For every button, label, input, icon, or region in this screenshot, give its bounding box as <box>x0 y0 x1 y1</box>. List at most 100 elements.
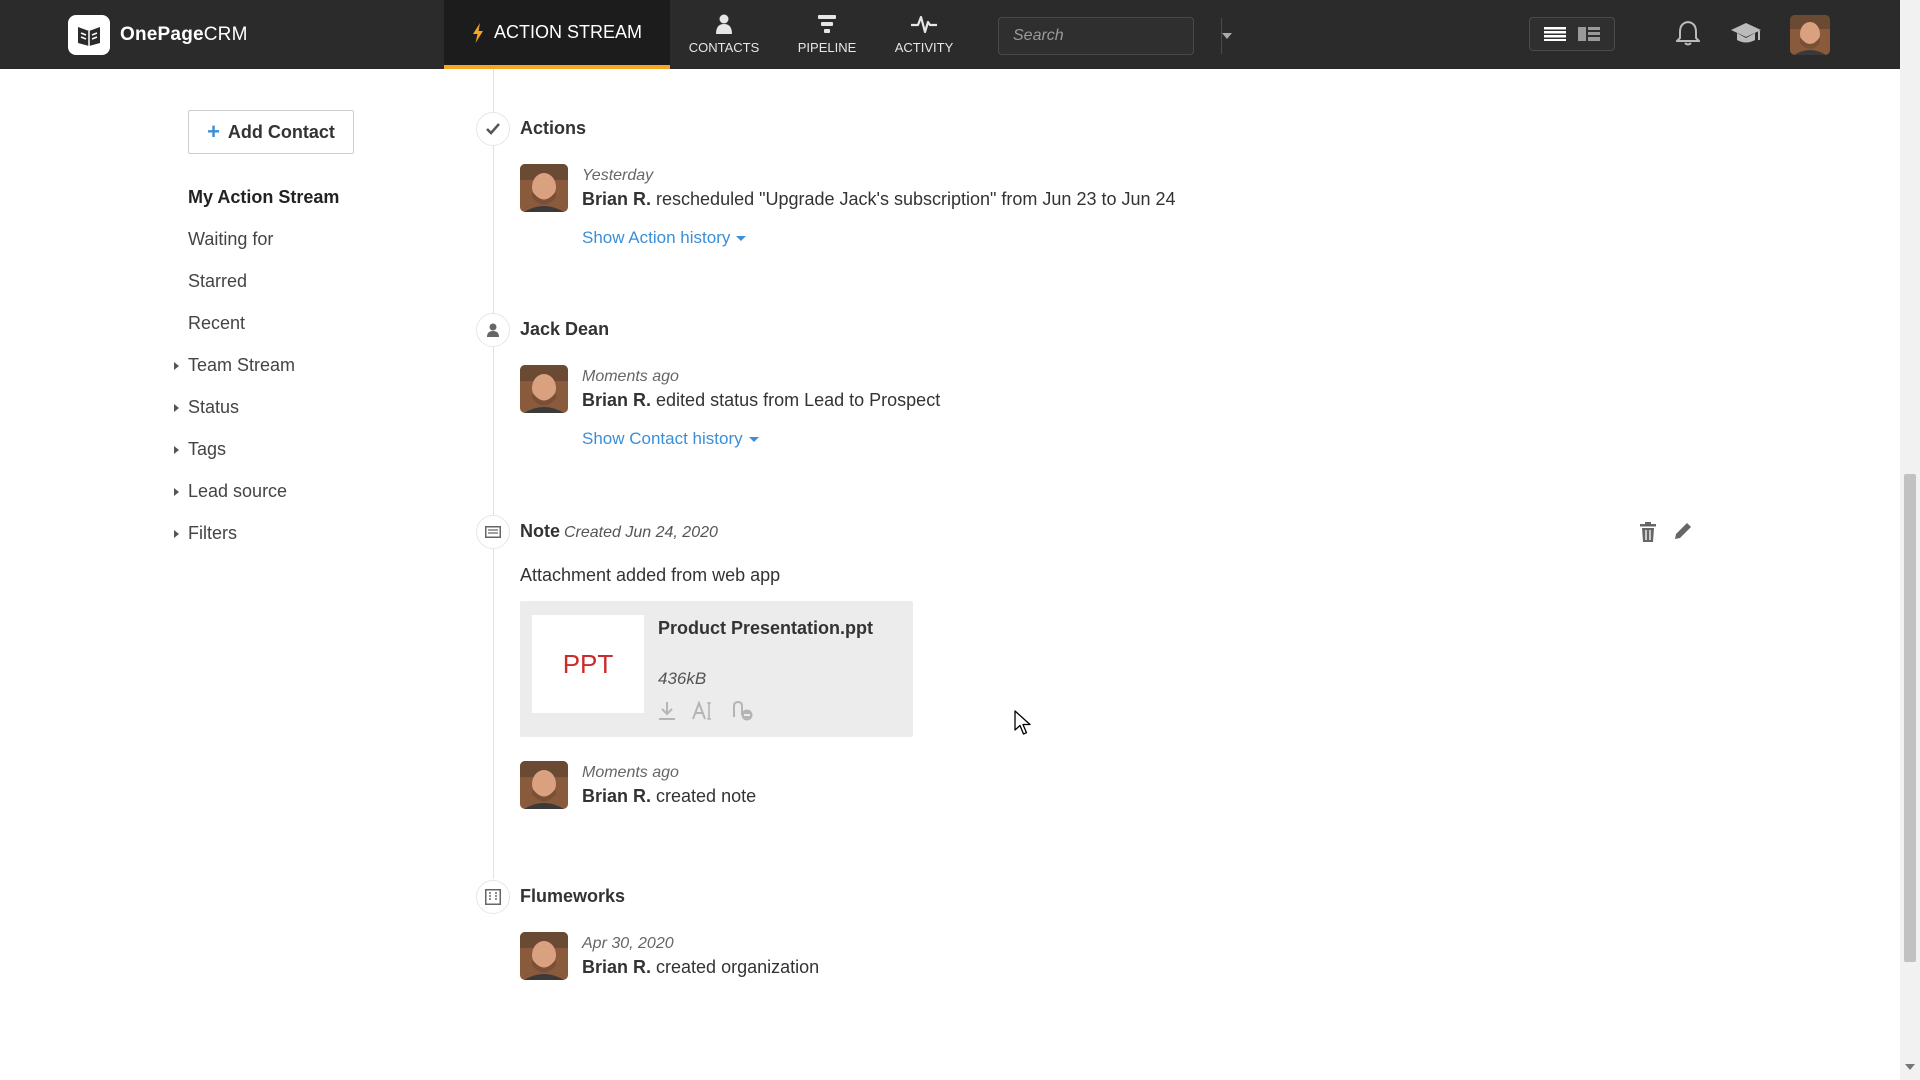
history-link-label: Show Action history <box>582 228 731 247</box>
lightning-icon <box>472 22 483 43</box>
top-navigation-bar: OnePageCRM ACTION STREAM CONTACTS PIPELI… <box>0 0 1900 69</box>
building-icon <box>485 889 501 905</box>
entry-text: Brian R. created note <box>582 786 756 807</box>
attachment-size: 436kB <box>658 669 707 688</box>
timeline-marker-note <box>476 515 510 549</box>
nav-action-stream-label: ACTION STREAM <box>493 22 642 42</box>
show-action-history-link[interactable]: Show Action history <box>582 228 747 248</box>
sidebar-item-waiting-for[interactable]: Waiting for <box>174 218 414 260</box>
sidebar-item-tags[interactable]: Tags <box>174 428 414 470</box>
download-icon[interactable] <box>658 701 676 721</box>
logo-book-icon <box>68 15 110 55</box>
logo-text: OnePageCRM <box>120 24 248 45</box>
caret-right-icon <box>174 362 179 370</box>
user-avatar[interactable] <box>1790 15 1830 55</box>
page-scrollbar[interactable] <box>1900 0 1920 1080</box>
funnel-icon <box>818 15 836 33</box>
caret-right-icon <box>174 446 179 454</box>
caret-down-icon <box>748 436 759 442</box>
note-icon <box>485 526 501 538</box>
note-title: Note <box>520 521 560 541</box>
timeline-marker-organization <box>476 880 510 914</box>
sidebar-item-label: Recent <box>188 312 246 333</box>
entry-author[interactable]: Brian R. <box>582 189 651 209</box>
activity-entry-actions: Yesterday Brian R. rescheduled "Upgrade … <box>582 167 1176 210</box>
scrollbar-thumb[interactable] <box>1904 474 1916 962</box>
search-options-dropdown[interactable] <box>1221 18 1232 54</box>
sidebar-item-label: Waiting for <box>188 228 274 249</box>
caret-right-icon <box>174 488 179 496</box>
nav-contacts-label: CONTACTS <box>688 40 760 55</box>
split-view-icon[interactable] <box>1578 27 1600 41</box>
sidebar-item-my-action-stream[interactable]: My Action Stream <box>174 176 414 218</box>
sidebar-item-label: Team Stream <box>188 354 296 375</box>
avatar <box>520 164 568 212</box>
attachment-card: PPT Product Presentation.ppt 436kB <box>520 601 913 737</box>
section-title-contact[interactable]: Jack Dean <box>520 319 609 340</box>
pencil-icon[interactable] <box>1674 522 1692 540</box>
sidebar-item-lead-source[interactable]: Lead source <box>174 470 414 512</box>
entry-author[interactable]: Brian R. <box>582 390 651 410</box>
sidebar-item-label: Lead source <box>188 480 288 501</box>
list-view-icon[interactable] <box>1544 27 1566 41</box>
entry-timestamp: Moments ago <box>582 368 679 385</box>
onepagecrm-logo[interactable]: OnePageCRM <box>68 15 248 55</box>
sidebar-item-label: Tags <box>188 438 227 459</box>
chevron-down-icon <box>1222 33 1232 39</box>
person-icon <box>716 14 732 34</box>
nav-activity[interactable]: ACTIVITY <box>884 0 964 69</box>
entry-timestamp: Apr 30, 2020 <box>582 935 674 952</box>
sidebar-item-filters[interactable]: Filters <box>174 512 414 554</box>
avatar <box>520 932 568 980</box>
activity-entry-note: Moments ago Brian R. created note <box>582 764 756 807</box>
entry-text: Brian R. created organization <box>582 957 819 978</box>
sidebar-item-recent[interactable]: Recent <box>174 302 414 344</box>
sidebar-item-label: Status <box>188 396 240 417</box>
timeline-line <box>493 69 494 879</box>
scroll-down-arrow[interactable] <box>1905 1064 1915 1070</box>
sidebar-item-label: Filters <box>188 522 237 543</box>
add-contact-button[interactable]: + Add Contact <box>188 110 354 154</box>
history-link-label: Show Contact history <box>582 429 743 448</box>
search-box <box>998 17 1232 55</box>
sidebar-nav: My Action Stream Waiting for Starred Rec… <box>174 176 414 554</box>
bell-icon[interactable] <box>1676 20 1700 46</box>
sidebar-item-label: Starred <box>188 270 248 291</box>
caret-right-icon <box>174 404 179 412</box>
timeline-marker-actions <box>476 112 510 146</box>
sidebar-item-label: My Action Stream <box>188 186 340 207</box>
entry-text: Brian R. rescheduled "Upgrade Jack's sub… <box>582 189 1176 210</box>
add-contact-label: Add Contact <box>227 121 335 142</box>
sidebar-item-status[interactable]: Status <box>174 386 414 428</box>
nav-action-stream[interactable]: ACTION STREAM <box>444 0 670 69</box>
entry-timestamp: Moments ago <box>582 764 679 781</box>
entry-description: created organization <box>656 957 820 977</box>
search-input[interactable] <box>999 18 1221 54</box>
sidebar-item-starred[interactable]: Starred <box>174 260 414 302</box>
pulse-icon <box>911 15 937 34</box>
note-actions <box>1640 522 1692 542</box>
timeline-marker-contact <box>476 313 510 347</box>
activity-entry-contact: Moments ago Brian R. edited status from … <box>582 368 940 411</box>
entry-author[interactable]: Brian R. <box>582 957 651 977</box>
nav-activity-label: ACTIVITY <box>894 40 954 55</box>
nav-contacts[interactable]: CONTACTS <box>684 0 764 69</box>
trash-icon[interactable] <box>1640 522 1656 542</box>
show-contact-history-link[interactable]: Show Contact history <box>582 429 759 449</box>
attachment-file-type[interactable]: PPT <box>532 615 644 713</box>
entry-description: created note <box>656 786 757 806</box>
caret-right-icon <box>174 530 179 538</box>
rename-icon[interactable] <box>692 701 714 721</box>
entry-author[interactable]: Brian R. <box>582 786 651 806</box>
nav-pipeline-label: PIPELINE <box>797 40 857 55</box>
plus-icon: + <box>207 119 220 144</box>
graduation-cap-icon[interactable] <box>1730 21 1762 47</box>
unattach-icon[interactable] <box>730 701 754 721</box>
attachment-name[interactable]: Product Presentation.ppt <box>658 615 898 641</box>
caret-down-icon <box>736 235 747 241</box>
sidebar-item-team-stream[interactable]: Team Stream <box>174 344 414 386</box>
attachment-actions <box>658 701 754 721</box>
section-title-organization[interactable]: Flumeworks <box>520 886 625 907</box>
nav-pipeline[interactable]: PIPELINE <box>786 0 868 69</box>
entry-text: Brian R. edited status from Lead to Pros… <box>582 390 940 411</box>
